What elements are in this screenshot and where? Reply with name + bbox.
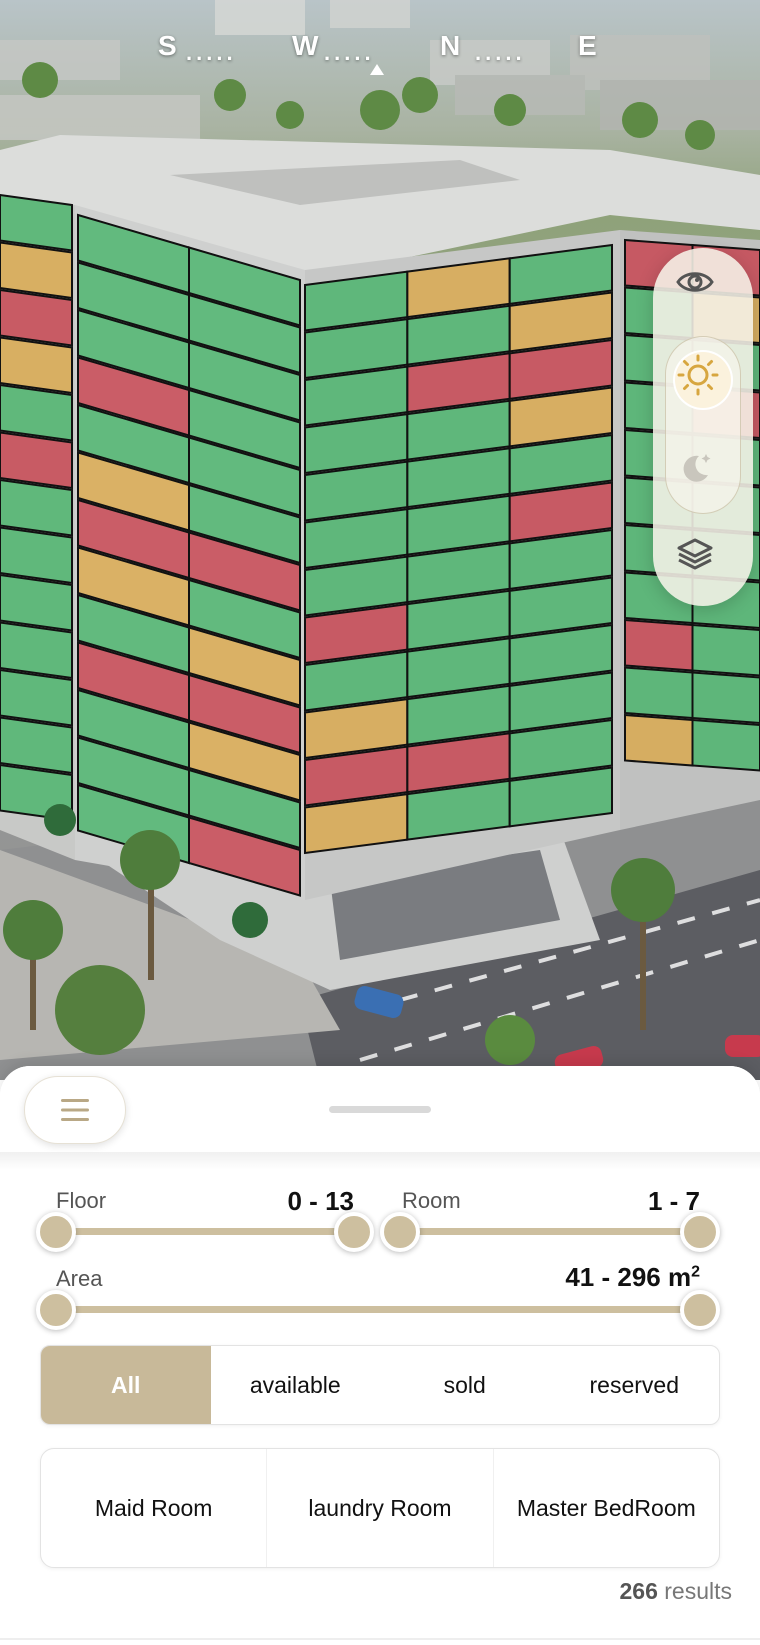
- eye-icon: [676, 272, 714, 292]
- sheet-header: [0, 1066, 760, 1152]
- apartment-unit-available[interactable]: [0, 621, 73, 680]
- results-label: results: [664, 1578, 732, 1604]
- room-slider-track[interactable]: [400, 1228, 700, 1235]
- apartment-unit-reserved[interactable]: [624, 713, 694, 767]
- room-max-thumb[interactable]: [680, 1212, 720, 1252]
- compass-west: W: [292, 30, 319, 61]
- apartment-unit-sold[interactable]: [624, 618, 694, 672]
- compass-east: E: [578, 30, 597, 61]
- apartment-unit-reserved[interactable]: [0, 241, 73, 300]
- hamburger-icon: [61, 1099, 89, 1121]
- apartment-unit-available[interactable]: [0, 716, 73, 775]
- day-mode-button[interactable]: [675, 352, 731, 408]
- area-filter-value: 41 - 296 m2: [480, 1262, 700, 1293]
- room-filter-label: Room: [402, 1188, 461, 1213]
- feature-maid-room[interactable]: Maid Room: [41, 1449, 266, 1567]
- layers-icon: [677, 538, 713, 570]
- room-min-thumb[interactable]: [380, 1212, 420, 1252]
- apartment-unit-sold[interactable]: [0, 431, 73, 490]
- tab-reserved[interactable]: reserved: [550, 1346, 720, 1424]
- compass-dots: .....: [324, 40, 375, 65]
- apartment-unit-available[interactable]: [0, 193, 73, 252]
- floor-max-thumb[interactable]: [334, 1212, 374, 1252]
- building-render[interactable]: [0, 0, 760, 1080]
- area-unit-exponent: 2: [691, 1263, 700, 1281]
- view-controls-panel: [653, 248, 753, 606]
- compass-south: S: [158, 30, 177, 61]
- tab-all[interactable]: All: [41, 1346, 211, 1424]
- apartment-unit-available[interactable]: [691, 623, 760, 677]
- results-count: 266 results: [619, 1578, 732, 1605]
- floor-filter-value: 0 - 13: [287, 1186, 355, 1216]
- apartment-unit-available[interactable]: [0, 478, 73, 537]
- area-filter-label: Area: [56, 1266, 103, 1291]
- apartment-unit-available[interactable]: [624, 666, 694, 720]
- menu-button[interactable]: [24, 1076, 126, 1144]
- tab-sold[interactable]: sold: [380, 1346, 550, 1424]
- layers-button[interactable]: [675, 534, 731, 590]
- apartment-unit-available[interactable]: [0, 573, 73, 632]
- results-number: 266: [619, 1578, 658, 1604]
- drag-handle[interactable]: [329, 1106, 431, 1113]
- apartment-unit-available[interactable]: [0, 526, 73, 585]
- apartment-unit-reserved[interactable]: [0, 336, 73, 395]
- room-filter-value: 1 - 7: [647, 1186, 700, 1216]
- floor-filter-label: Floor: [56, 1188, 107, 1213]
- apartment-unit-available[interactable]: [0, 383, 73, 442]
- compass-north: N: [440, 30, 461, 61]
- floor-slider-track[interactable]: [56, 1228, 354, 1235]
- apartment-unit-available[interactable]: [691, 671, 760, 725]
- compass-pointer-icon: [370, 64, 384, 75]
- feature-filter-row: Maid Room laundry Room Master BedRoom: [40, 1448, 720, 1568]
- compass-dots: .....: [475, 40, 526, 65]
- floor-min-thumb[interactable]: [36, 1212, 76, 1252]
- bottom-divider: [0, 1638, 760, 1640]
- apartment-unit-available[interactable]: [0, 668, 73, 727]
- tab-available[interactable]: available: [211, 1346, 381, 1424]
- building-3d-viewer[interactable]: S ..... W ..... N ..... E: [0, 0, 760, 1080]
- feature-laundry-room[interactable]: laundry Room: [266, 1449, 492, 1567]
- area-slider-track[interactable]: [56, 1306, 700, 1313]
- area-range-text: 41 - 296 m: [565, 1262, 692, 1292]
- feature-master-bedroom[interactable]: Master BedRoom: [492, 1449, 719, 1567]
- area-max-thumb[interactable]: [680, 1290, 720, 1330]
- compass-dots: .....: [186, 40, 237, 65]
- moon-icon: [683, 454, 711, 482]
- apartment-unit-available[interactable]: [691, 718, 760, 772]
- header-divider: [0, 1152, 760, 1170]
- toggle-visibility-button[interactable]: [675, 262, 731, 318]
- area-min-thumb[interactable]: [36, 1290, 76, 1330]
- apartment-unit-sold[interactable]: [0, 288, 73, 347]
- status-filter-tabs: All available sold reserved: [40, 1345, 720, 1425]
- sun-icon: [677, 354, 719, 396]
- compass[interactable]: S ..... W ..... N ..... E: [150, 30, 610, 80]
- night-mode-button[interactable]: [675, 448, 731, 504]
